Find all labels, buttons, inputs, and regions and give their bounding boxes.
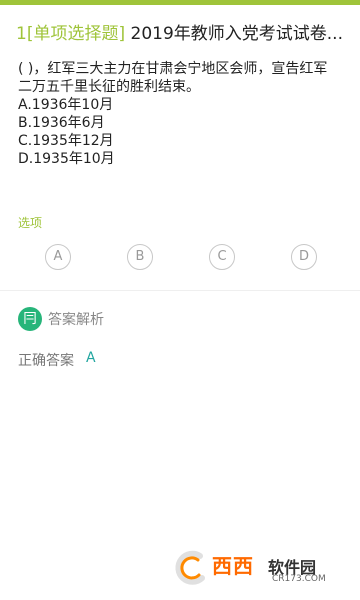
choice-c-text: C.1935年12月 [18, 133, 114, 149]
choice-b-text: B.1936年6月 [18, 115, 105, 131]
question-number: 1 [16, 24, 27, 44]
watermark-brand: 西西 [212, 554, 254, 578]
top-accent-bar [0, 0, 360, 5]
watermark: 西西 软件园 CR173.COM [172, 548, 344, 590]
analysis-title: 答案解析 [48, 312, 104, 328]
option-c-button[interactable]: C [209, 244, 235, 270]
watermark-url: CR173.COM [272, 574, 326, 584]
section-divider [0, 290, 360, 291]
options-section-label: 选项 [18, 216, 43, 230]
choice-a-text: A.1936年10月 [18, 97, 114, 113]
option-buttons: A B C D [0, 244, 360, 274]
option-a-button[interactable]: A [45, 244, 71, 270]
question-type: [单项选择题] [26, 24, 126, 44]
question-stem-line: 二万五千里长征的胜利结束。 [18, 79, 200, 95]
option-d-button[interactable]: D [291, 244, 317, 270]
question-title: 1[单项选择题] 2019年教师入党考试试卷... [16, 22, 346, 46]
correct-answer-label: 正确答案 [18, 353, 74, 369]
watermark-logo-icon [175, 550, 205, 585]
option-b-button[interactable]: B [127, 244, 153, 270]
question-body: ( )，红军三大主力在甘肃会宁地区会师，宣告红军 二万五千里长征的胜利结束。 A… [18, 60, 344, 168]
choice-d-text: D.1935年10月 [18, 151, 115, 167]
analysis-book-icon: 冃 [18, 307, 42, 331]
correct-answer-value: A [86, 350, 96, 366]
question-stem-line: ( )，红军三大主力在甘肃会宁地区会师，宣告红军 [18, 61, 328, 77]
exam-name: 2019年教师入党考试试卷... [130, 24, 343, 44]
